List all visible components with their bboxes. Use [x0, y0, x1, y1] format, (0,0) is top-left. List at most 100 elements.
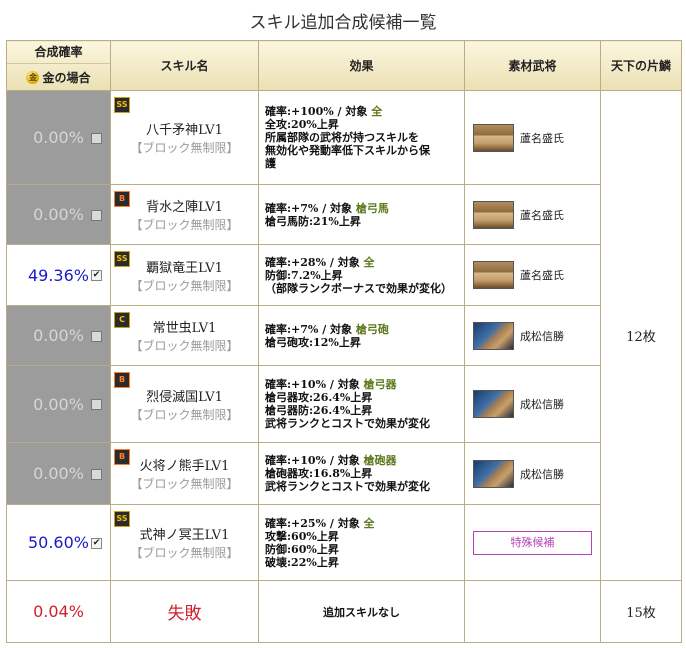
skill-block-note: 【ブロック無制限】	[130, 477, 239, 491]
table-row: 0.00% B 背水之陣LV1 【ブロック無制限】 確率:+7% / 対象 槍弓…	[6, 184, 682, 245]
table-row: 0.00% B 火将ノ熊手LV1 【ブロック無制限】 確率:+10% / 対象 …	[6, 442, 682, 505]
fail-label: 失敗	[110, 580, 259, 643]
effect-cell: 確率:+7% / 対象 槍弓馬 槍弓馬防:21%上昇	[258, 184, 465, 245]
general-portrait-icon[interactable]	[473, 200, 514, 229]
header-gold-case: 金 金の場合	[7, 64, 110, 90]
effect-line: 武将ランクとコストで効果が変化	[265, 417, 430, 430]
select-checkbox[interactable]	[91, 468, 102, 480]
rank-badge-icon: B	[114, 372, 130, 388]
effect-line: 攻撃:60%上昇	[265, 529, 339, 543]
header-effect: 効果	[258, 40, 465, 91]
header-row: 合成確率 金 金の場合 スキル名 効果 素材武将 天下の片鱗	[6, 40, 682, 91]
fail-row: 0.04% 失敗 追加スキルなし 15枚	[6, 580, 682, 643]
general-portrait-icon[interactable]	[473, 321, 514, 350]
rank-badge-icon: B	[114, 449, 130, 465]
skill-cell: SS 覇獄竜王LV1 【ブロック無制限】	[110, 244, 259, 306]
skill-name: 式神ノ冥王LV1	[139, 528, 230, 543]
special-candidate-button[interactable]: 特殊候補	[473, 530, 592, 555]
rank-badge-icon: SS	[114, 511, 130, 527]
rate-value: 0.00%	[33, 464, 84, 483]
select-checkbox[interactable]: ✔	[91, 270, 102, 281]
skill-name: 常世虫LV1	[152, 321, 217, 336]
effect-line: 確率:+7% / 対象 槍弓馬	[265, 201, 389, 215]
select-checkbox[interactable]: ✔	[91, 537, 102, 549]
material-cell: 特殊候補	[464, 504, 601, 581]
fail-rate-value: 0.04%	[33, 602, 84, 621]
effect-line: 破壊:22%上昇	[265, 555, 339, 569]
table-row: 0.00% B 烈侵滅国LV1 【ブロック無制限】 確率:+10% / 対象 槍…	[6, 365, 682, 443]
rate-value: 50.60%	[27, 533, 89, 552]
effect-line: 防御:7.2%上昇	[265, 268, 343, 282]
effect-line: 確率:+10% / 対象 槍弓器	[265, 378, 397, 391]
effect-line: 全攻:20%上昇	[265, 118, 339, 131]
general-portrait-icon[interactable]	[473, 261, 514, 289]
page-title: スキル追加合成候補一覧	[249, 13, 437, 33]
fail-tenka-cell: 15枚	[600, 580, 682, 643]
rate-value: 0.00%	[33, 326, 84, 345]
skill-name: 背水之陣LV1	[146, 200, 223, 215]
effect-line: 護	[265, 157, 276, 170]
skill-name: 烈侵滅国LV1	[146, 389, 223, 405]
rate-value: 0.00%	[33, 394, 84, 414]
no-skill-text: 追加スキルなし	[258, 580, 465, 643]
effect-line: 所属部隊の武将が持つスキルを	[265, 131, 419, 144]
skill-cell: SS 八千矛神LV1 【ブロック無制限】	[110, 90, 259, 185]
skill-block-note: 【ブロック無制限】	[130, 407, 239, 422]
rate-cell: 0.00%	[6, 442, 111, 505]
select-checkbox[interactable]	[91, 399, 102, 410]
select-checkbox[interactable]	[91, 330, 102, 342]
general-portrait-icon[interactable]	[473, 390, 514, 418]
skill-cell: B 火将ノ熊手LV1 【ブロック無制限】	[110, 442, 259, 505]
rate-cell: 49.36% ✔	[6, 244, 111, 306]
fail-rate-cell: 0.04%	[6, 580, 111, 643]
material-name: 成松信勝	[520, 329, 564, 343]
effect-line: 確率:+100% / 対象 全	[265, 105, 383, 118]
skill-name: 覇獄竜王LV1	[146, 260, 223, 276]
rate-cell: 0.00%	[6, 305, 111, 366]
effect-line: （部隊ランクボーナスで効果が変化）	[265, 281, 452, 295]
select-checkbox[interactable]	[91, 209, 102, 221]
skill-cell: B 烈侵滅国LV1 【ブロック無制限】	[110, 365, 259, 443]
effect-line: 槍砲器攻:16.8%上昇	[265, 467, 373, 480]
skill-block-note: 【ブロック無制限】	[130, 278, 239, 293]
material-cell: 成松信勝	[464, 305, 601, 366]
general-portrait-icon[interactable]	[473, 459, 514, 488]
rate-cell: 50.60% ✔	[6, 504, 111, 581]
rank-badge-icon: SS	[114, 97, 130, 113]
tenka-cell: 12枚	[600, 90, 682, 581]
material-name: 蘆名盛氏	[520, 131, 564, 145]
material-cell: 蘆名盛氏	[464, 184, 601, 245]
effect-line: 確率:+25% / 対象 全	[265, 516, 375, 530]
material-name: 蘆名盛氏	[520, 208, 564, 222]
effect-line: 槍弓器攻:26.4%上昇	[265, 391, 373, 404]
select-checkbox[interactable]	[91, 132, 102, 144]
effect-line: 無効化や発動率低下スキルから保	[265, 144, 430, 157]
skill-cell: C 常世虫LV1 【ブロック無制限】	[110, 305, 259, 366]
effect-cell: 確率:+28% / 対象 全 防御:7.2%上昇 （部隊ランクボーナスで効果が変…	[258, 244, 465, 306]
fail-material-cell	[464, 580, 601, 643]
skill-block-note: 【ブロック無制限】	[130, 218, 239, 232]
material-name: 蘆名盛氏	[520, 269, 564, 282]
rate-value: 0.00%	[33, 205, 84, 224]
effect-cell: 確率:+10% / 対象 槍砲器 槍砲器攻:16.8%上昇 武将ランクとコストで…	[258, 442, 465, 505]
skill-name: 火将ノ熊手LV1	[139, 459, 230, 474]
effect-cell: 確率:+25% / 対象 全 攻撃:60%上昇 防御:60%上昇 破壊:22%上…	[258, 504, 465, 581]
skill-cell: SS 式神ノ冥王LV1 【ブロック無制限】	[110, 504, 259, 581]
header-rate: 合成確率 金 金の場合	[6, 40, 111, 91]
material-name: 成松信勝	[520, 467, 564, 481]
material-name: 成松信勝	[520, 398, 564, 411]
effect-line: 確率:+28% / 対象 全	[265, 255, 375, 269]
skill-block-note: 【ブロック無制限】	[130, 339, 239, 353]
effect-cell: 確率:+10% / 対象 槍弓器 槍弓器攻:26.4%上昇 槍弓器防:26.4%…	[258, 365, 465, 443]
rate-cell: 0.00%	[6, 365, 111, 443]
material-cell: 成松信勝	[464, 442, 601, 505]
skill-block-note: 【ブロック無制限】	[130, 141, 239, 155]
header-rate-label: 合成確率	[7, 41, 110, 64]
rate-value: 0.00%	[33, 128, 84, 147]
table-row: 50.60% ✔ SS 式神ノ冥王LV1 【ブロック無制限】 確率:+25% /…	[6, 504, 682, 581]
general-portrait-icon[interactable]	[473, 123, 514, 152]
skill-block-note: 【ブロック無制限】	[130, 546, 239, 560]
gold-coin-icon: 金	[26, 70, 40, 84]
table-row: 49.36% ✔ SS 覇獄竜王LV1 【ブロック無制限】 確率:+28% / …	[6, 244, 682, 306]
header-material: 素材武将	[464, 40, 601, 91]
